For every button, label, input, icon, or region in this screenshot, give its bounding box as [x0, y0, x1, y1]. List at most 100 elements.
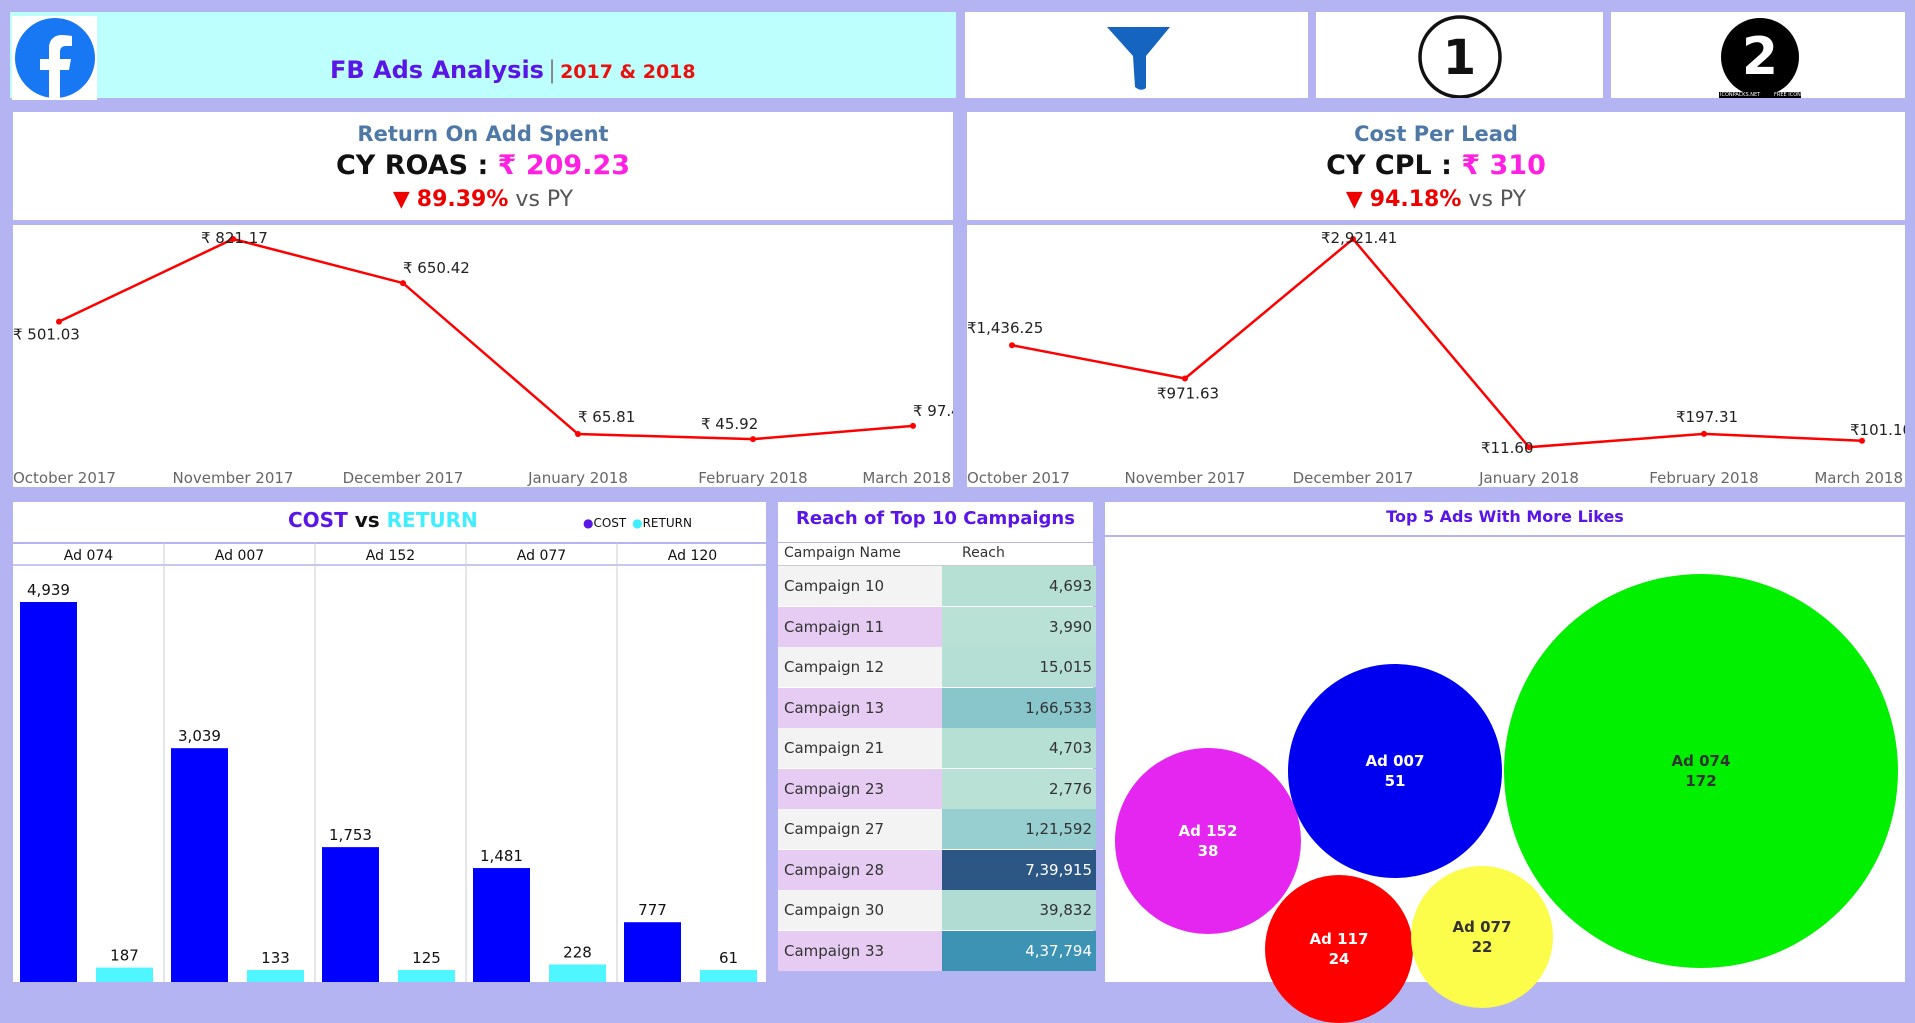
trend-line: [58, 237, 914, 441]
reach-value-cell: 1,66,533: [942, 687, 1096, 728]
bar-value-label: 61: [719, 949, 738, 967]
data-point[interactable]: [750, 436, 756, 443]
reach-value-cell: 15,015: [942, 647, 1096, 687]
campaign-name-cell: Campaign 13: [778, 687, 942, 728]
filter-button[interactable]: [965, 12, 1308, 98]
table-row[interactable]: Campaign 23 2,776: [778, 768, 1096, 809]
data-point[interactable]: [1701, 430, 1707, 437]
reach-value-cell: 7,39,915: [942, 849, 1096, 890]
x-tick-label: November 2017: [173, 469, 294, 487]
campaign-name-cell: Campaign 33: [778, 930, 942, 971]
category-label: Ad 152: [366, 548, 415, 564]
campaign-name-cell: Campaign 12: [778, 647, 942, 687]
ad-bubble[interactable]: Ad 077 22: [1411, 866, 1553, 1008]
dashboard-title: FB Ads Analysis | 2017 & 2018: [330, 56, 696, 84]
reach-value-cell: 4,703: [942, 728, 1096, 768]
ad-bubble[interactable]: Ad 007 51: [1288, 664, 1502, 878]
data-label: ₹197.31: [1676, 408, 1738, 426]
return-bar[interactable]: [247, 970, 304, 982]
cpl-label: CY CPL :: [1326, 150, 1462, 181]
cost-bar[interactable]: [624, 922, 681, 982]
reach-table-header: Campaign Name Reach: [778, 542, 1093, 566]
cpl-kpi-card: Cost Per Lead CY CPL : ₹ 310 ▼ 94.18% vs…: [967, 112, 1905, 220]
table-row[interactable]: Campaign 30 39,832: [778, 890, 1096, 930]
data-point[interactable]: [1182, 375, 1188, 382]
ad-bubble[interactable]: Ad 152 38: [1115, 748, 1301, 934]
reach-value-cell: 1,21,592: [942, 809, 1096, 849]
table-row[interactable]: Campaign 11 3,990: [778, 606, 1096, 647]
cost-bar[interactable]: [171, 748, 228, 982]
page-2-button[interactable]: 2 ICONPACKS.NET FREE ICON: [1611, 12, 1905, 98]
title-separator: |: [547, 56, 557, 84]
campaign-name-cell: Campaign 23: [778, 768, 942, 809]
reach-value-cell: 3,990: [942, 606, 1096, 647]
data-point[interactable]: [910, 422, 916, 429]
cpl-title: Cost Per Lead: [1354, 122, 1518, 146]
table-row[interactable]: Campaign 21 4,703: [778, 728, 1096, 768]
x-tick-label: October 2017: [13, 469, 116, 487]
bar-value-label: 777: [638, 901, 667, 919]
bar-value-label: 125: [412, 949, 441, 967]
roas-title: Return On Add Spent: [357, 122, 609, 146]
page-1-button[interactable]: 1: [1316, 12, 1603, 98]
data-point[interactable]: [56, 318, 62, 325]
page-2-caption-right: FREE ICON: [1774, 92, 1801, 98]
table-row[interactable]: Campaign 13 1,66,533: [778, 687, 1096, 728]
title-vs: vs: [354, 508, 380, 532]
page-2-caption-left: ICONPACKS.NET: [1720, 92, 1761, 98]
col-reach: Reach: [962, 545, 1005, 561]
x-tick-label: October 2017: [967, 469, 1070, 487]
chart-legend: ●COST ●RETURN: [583, 516, 692, 530]
data-label: ₹11.60: [1481, 439, 1534, 457]
title-years: 2017 & 2018: [560, 61, 696, 83]
x-tick-label: January 2018: [527, 469, 628, 487]
ad-bubble[interactable]: Ad 074 172: [1504, 574, 1898, 968]
facebook-logo: [12, 16, 97, 100]
cost-bar[interactable]: [473, 868, 530, 982]
return-bar[interactable]: [549, 964, 606, 982]
roas-change-line: ▼ 89.39% vs PY: [13, 187, 953, 212]
data-label: ₹ 821.17: [201, 229, 268, 247]
page-2-label: 2: [1741, 27, 1779, 87]
return-bar[interactable]: [96, 967, 153, 982]
x-tick-label: January 2018: [1478, 469, 1579, 487]
cpl-vs-label: vs PY: [1468, 187, 1527, 212]
x-tick-label: November 2017: [1125, 469, 1246, 487]
campaign-name-cell: Campaign 28: [778, 849, 942, 890]
cost-vs-return-panel: COST vs RETURN ●COST ●RETURN Ad 074 4,939…: [13, 502, 766, 982]
x-tick-label: March 2018: [862, 469, 951, 487]
x-tick-label: December 2017: [1293, 469, 1414, 487]
cost-bar[interactable]: [322, 847, 379, 982]
ad-name: Ad 074: [1671, 752, 1731, 770]
reach-title: Reach of Top 10 Campaigns: [796, 508, 1075, 529]
table-row[interactable]: Campaign 33 4,37,794: [778, 930, 1096, 971]
table-row[interactable]: Campaign 12 15,015: [778, 647, 1096, 687]
roas-change: 89.39%: [416, 187, 509, 212]
cpl-change: 94.18%: [1369, 187, 1462, 212]
down-arrow-icon: ▼: [1345, 187, 1363, 212]
roas-line-chart: ₹ 501.03 ₹ 821.17 ₹ 650.42 ₹ 65.81 ₹ 45.92 ₹ …: [13, 229, 970, 487]
table-row[interactable]: Campaign 10 4,693: [778, 566, 1096, 606]
down-arrow-icon: ▼: [392, 187, 410, 212]
ad-name: Ad 077: [1452, 918, 1512, 936]
data-point[interactable]: [575, 431, 581, 438]
roas-vs-label: vs PY: [515, 187, 574, 212]
return-bar[interactable]: [398, 970, 455, 982]
cpl-value-line: CY CPL : ₹ 310: [967, 150, 1905, 181]
cost-bar[interactable]: [20, 602, 77, 982]
roas-value-line: CY ROAS : ₹ 209.23: [13, 150, 953, 181]
legend-cost-dot: ●: [583, 516, 594, 530]
table-row[interactable]: Campaign 27 1,21,592: [778, 809, 1096, 849]
data-point[interactable]: [400, 280, 406, 287]
ad-bubble[interactable]: Ad 117 24: [1265, 875, 1413, 1023]
reach-value-cell: 4,37,794: [942, 930, 1096, 971]
cpl-value: ₹ 310: [1461, 150, 1546, 181]
page-1-label: 1: [1442, 30, 1477, 86]
table-row[interactable]: Campaign 28 7,39,915: [778, 849, 1096, 890]
reach-table-panel: Reach of Top 10 Campaigns Campaign Name …: [778, 502, 1096, 971]
return-bar[interactable]: [700, 970, 757, 982]
data-label: ₹ 97.49: [913, 402, 953, 420]
category-label: Ad 007: [215, 548, 264, 564]
header-banner: FB Ads Analysis | 2017 & 2018: [10, 12, 956, 100]
data-point[interactable]: [1009, 342, 1015, 349]
